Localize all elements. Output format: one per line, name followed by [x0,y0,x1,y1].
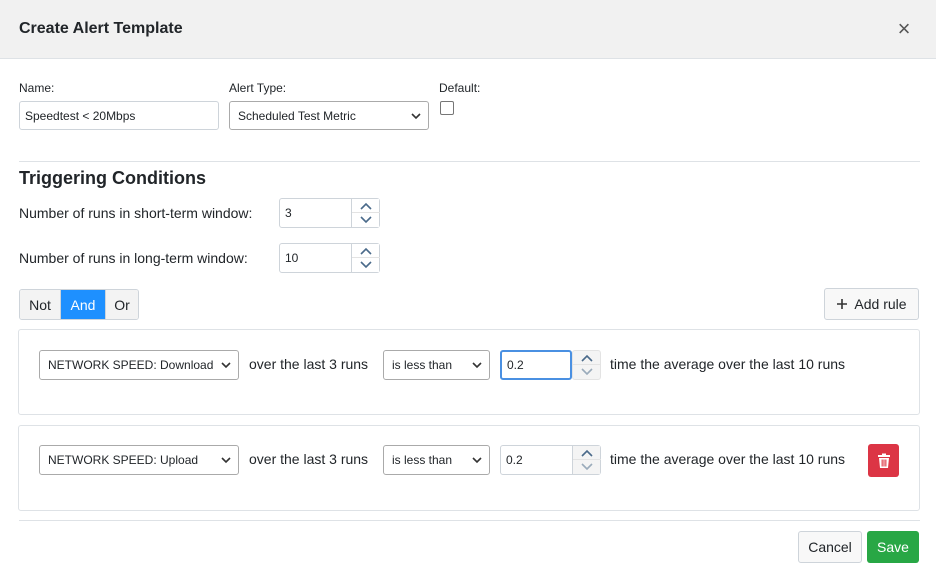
chevron-down-icon [221,457,231,464]
plus-icon [837,299,848,309]
long-term-input[interactable]: 10 [279,243,380,273]
add-rule-label: Add rule [854,296,907,312]
spinner[interactable] [572,350,601,380]
average-text: time the average over the last 10 runs [610,451,846,467]
alert-type-label: Alert Type: [229,81,287,95]
divider [19,161,920,162]
not-button[interactable]: Not [20,290,61,319]
chevron-down-icon [472,457,482,464]
threshold-value: 0.2 [506,453,523,467]
spinner[interactable] [572,446,601,474]
spinner-up-icon[interactable] [352,244,380,258]
chevron-down-icon [472,362,482,369]
metric-value: NETWORK SPEED: Upload [48,453,199,467]
spinner-down-icon[interactable] [573,460,601,474]
spinner[interactable] [351,199,380,227]
logic-button-group: Not And Or [19,289,139,320]
default-label: Default: [439,81,481,95]
threshold-value: 0.2 [507,358,524,372]
comparator-value: is less than [392,453,453,467]
alert-type-select[interactable]: Scheduled Test Metric [229,101,429,130]
name-label: Name: [19,81,55,95]
modal-header: Create Alert Template × [0,0,936,59]
close-icon[interactable]: × [894,18,914,40]
or-button[interactable]: Or [105,290,138,319]
long-term-label: Number of runs in long-term window: [19,250,248,266]
short-term-input[interactable]: 3 [279,198,380,228]
trash-icon [877,453,890,468]
spinner[interactable] [351,244,380,272]
over-runs-text: over the last 3 runs [249,356,369,372]
metric-select[interactable]: NETWORK SPEED: Download [39,350,239,380]
add-rule-button[interactable]: Add rule [824,288,919,320]
divider [19,520,920,521]
chevron-down-icon [221,362,231,369]
metric-select[interactable]: NETWORK SPEED: Upload [39,445,239,475]
chevron-down-icon [411,112,421,119]
modal-title: Create Alert Template [19,20,183,37]
delete-rule-button[interactable] [868,444,899,477]
metric-value: NETWORK SPEED: Download [48,358,214,372]
and-button[interactable]: And [61,290,105,319]
short-term-label: Number of runs in short-term window: [19,205,253,221]
spinner-down-icon[interactable] [352,213,380,227]
name-input[interactable]: Speedtest < 20Mbps [19,101,219,130]
spinner-up-icon[interactable] [573,446,601,460]
alert-type-value: Scheduled Test Metric [238,108,356,123]
comparator-value: is less than [392,358,453,372]
section-title: Triggering Conditions [19,168,206,188]
cancel-button[interactable]: Cancel [798,531,862,563]
spinner-down-icon[interactable] [352,258,380,272]
threshold-input[interactable]: 0.2 [500,350,572,380]
comparator-select[interactable]: is less than [383,445,490,475]
average-text: time the average over the last 10 runs [610,356,846,372]
save-button[interactable]: Save [867,531,919,563]
spinner-up-icon[interactable] [352,199,380,213]
short-term-value: 3 [285,206,292,220]
threshold-input[interactable]: 0.2 [500,445,601,475]
comparator-select[interactable]: is less than [383,350,490,380]
spinner-down-icon[interactable] [573,365,600,379]
spinner-up-icon[interactable] [573,351,600,365]
over-runs-text: over the last 3 runs [249,451,369,467]
long-term-value: 10 [285,251,299,265]
default-checkbox[interactable] [440,101,454,115]
